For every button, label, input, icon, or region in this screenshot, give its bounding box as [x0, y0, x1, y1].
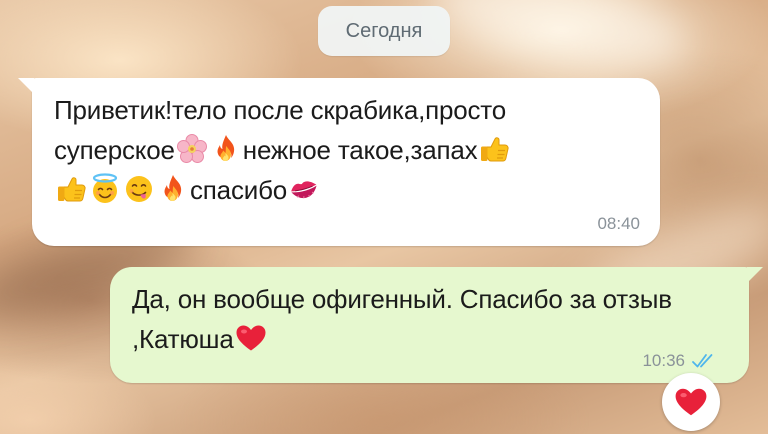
message-text-part: спасибо: [190, 175, 288, 205]
wallpaper-highlight: [424, 0, 696, 87]
reaction-badge[interactable]: [662, 373, 720, 431]
kiss-mark-icon: [288, 173, 320, 205]
outgoing-message[interactable]: Да, он вообще офигенный. Спасибо за отзы…: [110, 267, 763, 383]
thumbs-up-icon: [478, 133, 510, 165]
smiling-face-with-halo-icon: [89, 173, 121, 205]
message-text-part: Да, он вообще офигенный. Спасибо за отзы…: [132, 284, 679, 354]
fire-icon: [210, 133, 242, 165]
red-heart-icon: [235, 322, 267, 354]
cherry-blossom-icon: [176, 133, 208, 165]
read-receipt-icon: [692, 354, 713, 368]
face-savoring-food-icon: [123, 173, 155, 205]
message-timestamp: 08:40: [597, 214, 640, 233]
fire-icon: [157, 173, 189, 205]
incoming-message[interactable]: Приветик!тело после скрабика,просто супе…: [18, 78, 660, 246]
thumbs-up-icon: [55, 173, 87, 205]
message-text-part: нежное такое,запах: [242, 135, 478, 165]
date-separator: Сегодня: [318, 6, 450, 56]
red-heart-icon: [675, 388, 707, 416]
message-text: Да, он вообще офигенный. Спасибо за отзы…: [132, 279, 712, 359]
message-text: Приветик!тело после скрабика,просто супе…: [54, 90, 614, 210]
message-timestamp: 10:36: [642, 351, 685, 370]
